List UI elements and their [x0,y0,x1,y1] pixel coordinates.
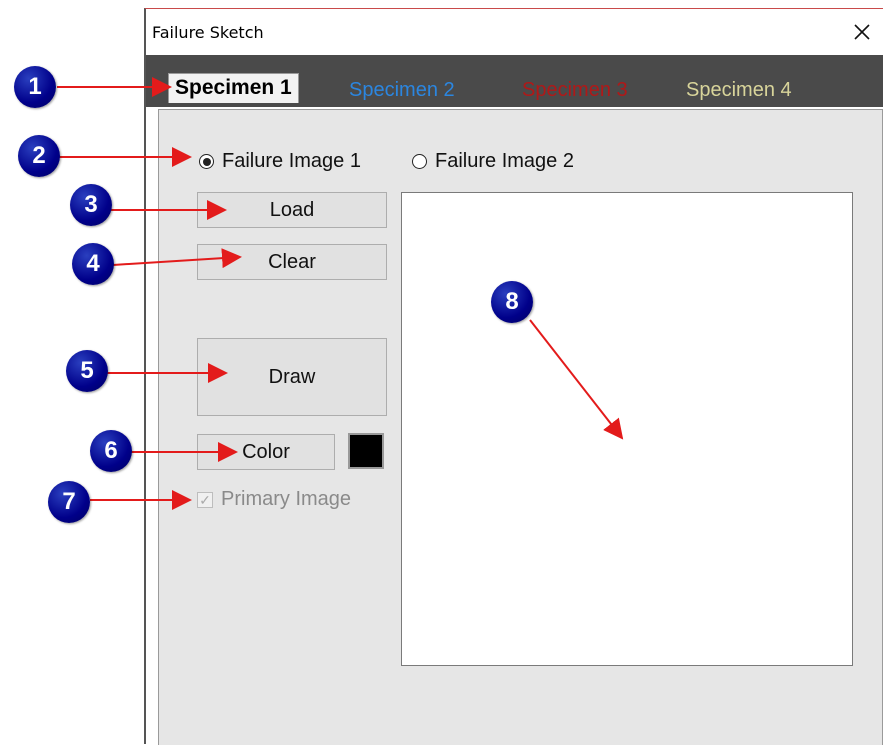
callout-4: 4 [72,243,114,285]
tab-strip: Specimen 1 Specimen 2 Specimen 3 Specime… [146,55,883,107]
callout-6: 6 [90,430,132,472]
close-icon[interactable] [847,17,877,47]
clear-button[interactable]: Clear [197,244,387,280]
primary-image-checkbox[interactable]: ✓ Primary Image [197,488,351,511]
radio-selected-indicator [199,154,214,169]
tab-specimen-3[interactable]: Specimen 3 [522,79,628,102]
callout-2: 2 [18,135,60,177]
callout-5: 5 [66,350,108,392]
specimen-panel: Failure Image 1 Failure Image 2 Load Cle… [158,109,883,745]
failure-sketch-window: Failure Sketch Specimen 1 Specimen 2 Spe… [144,8,883,745]
color-button[interactable]: Color [197,434,335,470]
sketch-canvas[interactable] [401,192,853,666]
failure-image-2-label: Failure Image 2 [435,150,574,172]
window-title: Failure Sketch [152,23,264,42]
radio-unselected-indicator [412,154,427,169]
failure-image-1-label: Failure Image 1 [222,150,361,172]
callout-8: 8 [491,281,533,323]
failure-image-1-radio[interactable]: Failure Image 1 [199,150,361,173]
primary-image-label: Primary Image [221,488,352,510]
checkmark-icon: ✓ [197,491,213,508]
callout-7: 7 [48,481,90,523]
draw-button[interactable]: Draw [197,338,387,416]
tab-specimen-4[interactable]: Specimen 4 [686,79,792,102]
tab-specimen-2[interactable]: Specimen 2 [349,79,455,102]
callout-3: 3 [70,184,112,226]
tab-specimen-1[interactable]: Specimen 1 [168,73,299,103]
color-swatch[interactable] [348,433,384,469]
title-bar: Failure Sketch [146,9,883,55]
callout-1: 1 [14,66,56,108]
load-button[interactable]: Load [197,192,387,228]
failure-image-2-radio[interactable]: Failure Image 2 [412,150,574,173]
